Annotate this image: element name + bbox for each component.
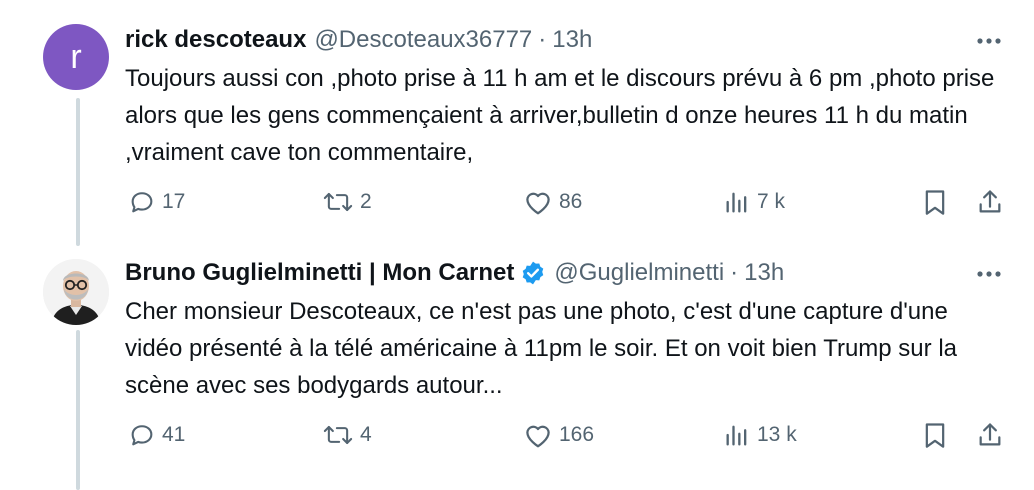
tweet-text: Toujours aussi con ,photo prise à 11 h a… [125, 65, 995, 166]
avatar[interactable] [43, 259, 109, 325]
views-icon [726, 425, 747, 446]
like-icon [526, 425, 550, 448]
views-button[interactable]: 13 k [723, 415, 797, 455]
repost-count: 4 [360, 423, 372, 446]
author-name[interactable]: Bruno Guglielminetti | Mon Carnet [125, 259, 514, 287]
share-icon [979, 190, 1001, 213]
like-icon [526, 192, 550, 215]
avatar-letter: r [70, 37, 82, 76]
author-handle[interactable]: @Descoteaux36777 [314, 26, 532, 54]
like-count: 86 [559, 190, 583, 213]
avatar[interactable]: r [43, 24, 109, 90]
like-count: 166 [559, 423, 595, 446]
author-handle[interactable]: @Guglielminetti [554, 259, 724, 287]
reply-button[interactable]: 41 [128, 415, 185, 455]
verified-badge-icon[interactable] [520, 260, 546, 286]
tweet-text: Cher monsieur Descoteaux, ce n'est pas u… [125, 298, 957, 399]
like-button[interactable]: 166 [523, 415, 594, 455]
action-bar: 17 2 86 7 k [0, 182, 1034, 222]
views-count: 7 k [757, 190, 786, 213]
reply-button[interactable]: 17 [128, 182, 185, 222]
timestamp[interactable]: 13h [552, 26, 592, 54]
tweet-header: Bruno Guglielminetti | Mon Carnet @Gugli… [125, 257, 784, 289]
tweet-reply-rick[interactable]: r rick descoteaux @Descoteaux36777 · 13h… [0, 0, 1034, 245]
bookmark-button[interactable] [922, 415, 948, 455]
bookmark-button[interactable] [922, 182, 948, 222]
bookmark-icon [925, 423, 945, 448]
action-bar: 41 4 166 13 k [0, 415, 1034, 455]
share-icon [979, 423, 1001, 446]
like-button[interactable]: 86 [523, 182, 582, 222]
separator: · [730, 259, 739, 286]
repost-icon [323, 425, 353, 445]
reply-icon [131, 425, 153, 446]
more-icon [977, 38, 1001, 44]
more-icon [977, 271, 1001, 277]
reply-icon [131, 192, 153, 213]
author-name[interactable]: rick descoteaux [125, 26, 306, 54]
reply-count: 17 [162, 190, 186, 213]
repost-button[interactable]: 2 [322, 182, 372, 222]
views-count: 13 k [757, 423, 797, 446]
reply-count: 41 [162, 423, 186, 446]
avatar-photo-icon [43, 259, 109, 325]
separator: · [538, 26, 547, 53]
more-options-button[interactable] [972, 259, 1006, 289]
share-button[interactable] [976, 415, 1004, 455]
repost-icon [323, 192, 353, 212]
tweet-header: rick descoteaux @Descoteaux36777 · 13h [125, 24, 592, 56]
timestamp[interactable]: 13h [744, 259, 784, 287]
views-icon [726, 192, 747, 213]
repost-count: 2 [360, 190, 372, 213]
tweet-reply-bruno[interactable]: Bruno Guglielminetti | Mon Carnet @Gugli… [0, 245, 1034, 490]
views-button[interactable]: 7 k [723, 182, 785, 222]
bookmark-icon [925, 190, 945, 215]
repost-button[interactable]: 4 [322, 415, 372, 455]
more-options-button[interactable] [972, 26, 1006, 56]
share-button[interactable] [976, 182, 1004, 222]
